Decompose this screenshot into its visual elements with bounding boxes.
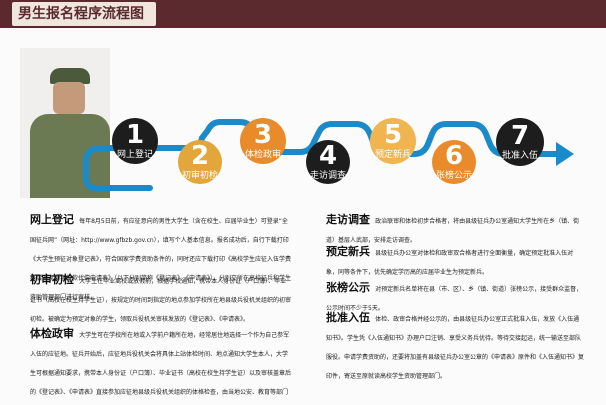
section-initial-check-title: 初审初检: [30, 273, 74, 286]
step-5-circle: 5 预定新兵: [370, 118, 416, 164]
page-root: 男生报名程序流程图 1 网上登记 2 初审初检 3 体检政审 4 走访调查 5 …: [0, 0, 606, 405]
step-6-number: 6: [444, 140, 464, 171]
section-physical-political: 体检政审 大学生可在学校所在地或入学前户籍所在地，经常居住地选择一个作为自己参军…: [30, 322, 292, 405]
step-4: 4 走访调查: [306, 140, 350, 184]
section-approve-enlistment: 批准入伍 体检、政审合格并经公示的，由县级征兵办公室正式批准入伍，发放《入伍通知…: [326, 306, 584, 382]
step-4-number: 4: [318, 140, 338, 171]
step-1-label: 网上登记: [116, 149, 153, 160]
section-predetermine-title: 预定新兵: [326, 245, 370, 258]
step-6-circle: 6 张榜公示: [432, 140, 476, 184]
section-approve-enlistment-title: 批准入伍: [326, 311, 370, 324]
step-1: 1 网上登记: [112, 118, 158, 164]
step-6-label: 张榜公示: [435, 170, 472, 181]
step-7-number: 7: [510, 120, 530, 151]
step-5: 5 预定新兵: [370, 118, 416, 164]
step-3-number: 3: [253, 119, 273, 150]
header-banner: 男生报名程序流程图: [0, 0, 606, 28]
step-7: 7 批准入伍: [496, 118, 544, 166]
step-2: 2 初审初检: [178, 140, 222, 184]
step-2-number: 2: [190, 140, 210, 171]
section-online-registration-title: 网上登记: [30, 213, 74, 226]
section-public-notice-title: 张榜公示: [326, 281, 370, 294]
section-initial-check: 初审初检 大学生在毕业离校或放假前，根据学校通知，携带本人身份证（户口簿）、毕业…: [30, 268, 292, 325]
step-1-number: 1: [125, 119, 145, 150]
step-5-number: 5: [383, 119, 403, 150]
step-2-circle: 2 初审初检: [178, 140, 222, 184]
step-4-circle: 4 走访调查: [306, 140, 350, 184]
page-title: 男生报名程序流程图: [12, 2, 156, 26]
step-7-circle: 7 批准入伍: [496, 118, 544, 166]
section-visit-survey-title: 走访调查: [326, 213, 370, 226]
section-approve-enlistment-text: 体检、政审合格并经公示的，由县级征兵办公室正式批准入伍，发放《入伍通知书》。学生…: [326, 316, 585, 380]
step-3: 3 体检政审: [240, 118, 286, 164]
step-1-circle: 1 网上登记: [112, 118, 158, 164]
step-7-label: 批准入伍: [501, 150, 538, 161]
section-predetermine: 预定新兵 县级征兵办公室对体检和政审双合格者进行全面衡量，确定预定批准入伍对象，…: [326, 240, 584, 278]
section-physical-political-title: 体检政审: [30, 327, 74, 340]
section-physical-political-text: 大学生可在学校所在地或入学前户籍所在地，经常居住地选择一个作为自己参军入伍的应征…: [30, 332, 292, 396]
step-5-label: 预定新兵: [374, 149, 411, 160]
step-2-label: 初审初检: [181, 170, 218, 181]
step-3-label: 体检政审: [244, 149, 281, 160]
step-6: 6 张榜公示: [432, 140, 476, 184]
flow-arrow-head: [556, 142, 574, 166]
step-3-circle: 3 体检政审: [240, 118, 286, 164]
step-4-label: 走访调查: [309, 170, 346, 181]
